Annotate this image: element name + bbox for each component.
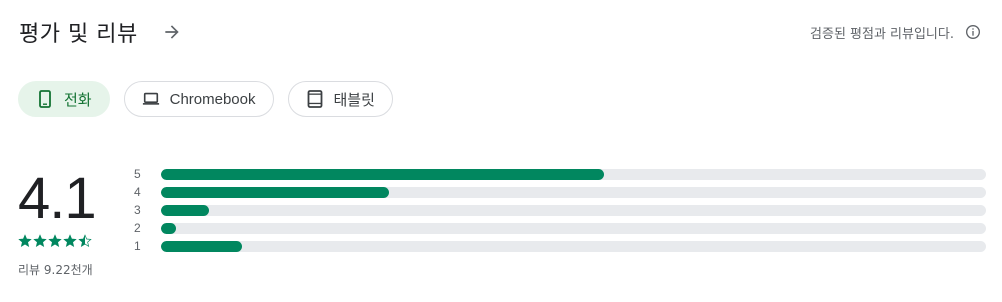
chip-label: 전화 (64, 91, 92, 109)
average-score: 4.1 (18, 166, 97, 231)
device-filter-chips: 전화 Chromebook 태블릿 (18, 81, 393, 117)
star-full-icon (18, 234, 32, 247)
rating-bar-track (161, 204, 986, 216)
chip-phone[interactable]: 전화 (18, 81, 110, 117)
laptop-icon (142, 90, 160, 108)
rating-bar-fill (161, 186, 389, 198)
rating-row-3: 3 (134, 201, 986, 219)
arrow-right-icon (165, 25, 179, 39)
verified-text: 검증된 평점과 리뷰입니다. (810, 26, 954, 42)
star-full-icon (48, 234, 62, 247)
star-full-icon (33, 234, 47, 247)
chip-tablet[interactable]: 태블릿 (287, 81, 393, 117)
rating-row-label: 4 (134, 185, 141, 199)
rating-bar-track (161, 186, 986, 198)
chip-label: Chromebook (169, 90, 256, 108)
rating-row-label: 1 (134, 239, 141, 253)
rating-bar-fill (161, 240, 242, 252)
rating-row-label: 2 (134, 221, 141, 235)
rating-bar-fill (161, 168, 605, 180)
rating-row-label: 5 (134, 167, 141, 181)
rating-row-5: 5 (134, 165, 986, 183)
star-rating (18, 234, 118, 248)
tablet-icon (306, 90, 324, 108)
chip-chromebook[interactable]: Chromebook (123, 81, 274, 117)
rating-histogram: 5 4 3 2 1 (134, 165, 986, 255)
star-full-icon (63, 234, 77, 247)
rating-summary: 4.1 리뷰 9.22천개 (18, 168, 118, 278)
verified-note: 검증된 평점과 리뷰입니다. (810, 23, 982, 42)
info-button[interactable] (964, 23, 982, 41)
rating-bar-track (161, 222, 986, 234)
review-count: 리뷰 9.22천개 (18, 263, 93, 277)
see-all-reviews-button[interactable] (158, 18, 186, 46)
section-title: 평가 및 리뷰 (19, 22, 138, 47)
phone-icon (36, 90, 54, 108)
rating-row-label: 3 (134, 203, 141, 217)
chip-label: 태블릿 (333, 91, 375, 109)
ratings-header: 평가 및 리뷰 검증된 평점과 리뷰입니다. (19, 14, 982, 50)
rating-bar-track (161, 240, 986, 252)
star-half-icon (78, 234, 92, 247)
rating-bar-track (161, 168, 986, 180)
rating-row-1: 1 (134, 237, 986, 255)
info-icon (966, 25, 980, 39)
rating-bar-fill (161, 222, 176, 234)
rating-row-4: 4 (134, 183, 986, 201)
rating-row-2: 2 (134, 219, 986, 237)
rating-bar-fill (161, 204, 209, 216)
